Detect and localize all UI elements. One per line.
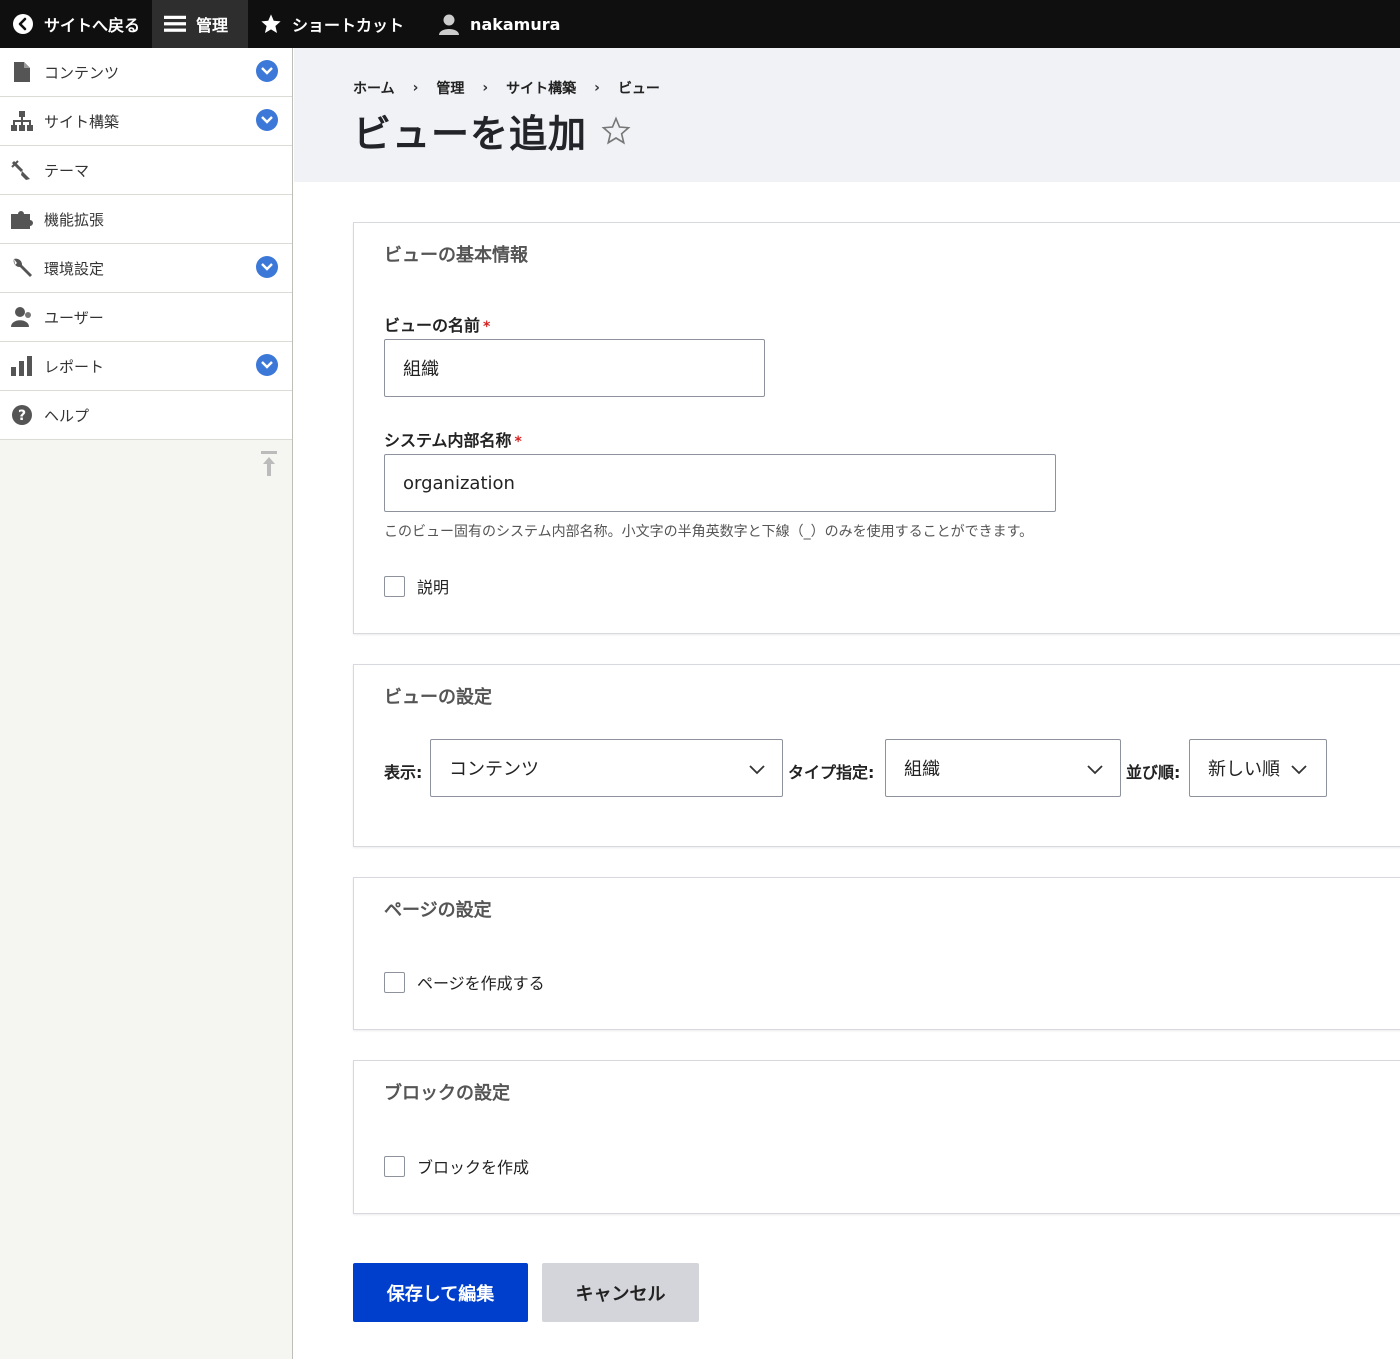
chevron-down-icon[interactable] [256, 354, 278, 376]
admin-sidebar: コンテンツ サイト構築 テーマ 機能拡張 環境設定 ユーザー レポート ? ヘル… [0, 48, 293, 1359]
sidebar-item-content[interactable]: コンテンツ [0, 48, 292, 97]
show-label: 表示: [384, 763, 423, 782]
sidebar-item-label: レポート [44, 357, 105, 376]
people-icon [10, 305, 34, 329]
create-block-checkbox-row[interactable]: ブロックを作成 [384, 1154, 529, 1178]
required-mark: * [483, 319, 491, 335]
card-title: ビューの設定 [384, 687, 492, 708]
page-header: ホーム › 管理 › サイト構築 › ビュー ビューを追加 [294, 48, 1400, 182]
breadcrumb-link-admin[interactable]: 管理 [436, 78, 464, 98]
shortcuts-tab[interactable]: ショートカット [248, 0, 416, 48]
card-title: ページの設定 [384, 900, 492, 921]
user-tab[interactable]: nakamura [416, 0, 572, 48]
sort-label: 並び順: [1126, 763, 1181, 782]
required-mark: * [514, 434, 522, 450]
create-page-checkbox[interactable] [384, 971, 405, 993]
manage-label: 管理 [196, 16, 229, 35]
sitemap-icon [10, 109, 34, 133]
breadcrumb-link-structure[interactable]: サイト構築 [506, 78, 576, 98]
cancel-button[interactable]: キャンセル [542, 1263, 699, 1322]
view-settings-card: ビューの設定 表示: コンテンツ タイプ指定: 組織 並び順: 新しい順 [353, 664, 1400, 847]
back-to-site-link[interactable]: サイトへ戻る [0, 0, 152, 48]
breadcrumb: ホーム › 管理 › サイト構築 › ビュー [353, 78, 660, 98]
star-outline-icon[interactable] [601, 115, 631, 146]
breadcrumb-separator: › [412, 80, 419, 96]
admin-toolbar: サイトへ戻る 管理 ショートカット nakamura [0, 0, 1400, 48]
chevron-down-icon [1086, 760, 1104, 778]
puzzle-icon [10, 207, 34, 231]
create-page-checkbox-label: ページを作成する [417, 974, 545, 993]
card-title: ブロックの設定 [384, 1083, 510, 1104]
machine-name-value: organization [403, 472, 515, 494]
view-basic-info-card: ビューの基本情報 ビューの名前 * 組織 システム内部名称 * organizati… [353, 222, 1400, 634]
type-select[interactable]: 組織 [885, 739, 1121, 797]
card-title: ビューの基本情報 [384, 245, 528, 266]
svg-text:?: ? [18, 408, 26, 424]
menu-icon [164, 13, 187, 35]
save-and-edit-button[interactable]: 保存して編集 [353, 1263, 528, 1322]
sidebar-item-reports[interactable]: レポート [0, 342, 292, 391]
view-name-input[interactable]: 組織 [384, 339, 765, 397]
machine-name-label: システム内部名称 * [384, 427, 522, 451]
user-label: nakamura [470, 14, 561, 34]
description-checkbox[interactable] [384, 575, 405, 597]
chevron-down-icon[interactable] [256, 256, 278, 278]
brush-icon [10, 158, 34, 182]
machine-name-help: このビュー固有のシステム内部名称。小文字の半角英数字と下線（_）のみを使用するこ… [384, 524, 1034, 540]
page-title-row: ビューを追加 [353, 103, 631, 158]
sidebar-item-extend[interactable]: 機能拡張 [0, 195, 292, 244]
create-block-checkbox-label: ブロックを作成 [417, 1158, 530, 1177]
breadcrumb-separator: › [594, 80, 600, 96]
type-label: タイプ指定: [788, 763, 875, 782]
show-select[interactable]: コンテンツ [430, 739, 783, 797]
sidebar-item-people[interactable]: ユーザー [0, 293, 292, 342]
breadcrumb-link-home[interactable]: ホーム [353, 78, 395, 98]
chevron-down-icon [1290, 760, 1308, 778]
machine-name-input[interactable]: organization [384, 454, 1056, 512]
user-icon [438, 13, 460, 35]
chevron-down-icon[interactable] [256, 109, 278, 131]
manage-tab[interactable]: 管理 [152, 0, 249, 48]
breadcrumb-link-views[interactable]: ビュー [618, 78, 660, 98]
sidebar-item-config[interactable]: 環境設定 [0, 244, 292, 293]
sidebar-item-help[interactable]: ? ヘルプ [0, 391, 292, 440]
view-name-label: ビューの名前 * [384, 312, 490, 336]
view-name-value: 組織 [403, 359, 439, 380]
sidebar-item-label: テーマ [44, 161, 90, 180]
description-checkbox-label: 説明 [417, 578, 450, 597]
wrench-icon [10, 256, 34, 280]
description-checkbox-row[interactable]: 説明 [384, 574, 449, 598]
show-select-value: コンテンツ [449, 759, 539, 780]
block-settings-card: ブロックの設定 ブロックを作成 [353, 1060, 1400, 1214]
machine-name-label-text: システム内部名称 [384, 431, 512, 450]
sidebar-item-label: ユーザー [44, 308, 104, 327]
page-title: ビューを追加 [353, 112, 588, 156]
create-block-checkbox[interactable] [384, 1155, 405, 1177]
back-to-site-label: サイトへ戻る [44, 16, 141, 35]
create-page-checkbox-row[interactable]: ページを作成する [384, 970, 545, 994]
chevron-down-icon[interactable] [256, 60, 278, 82]
sort-select-value: 新しい順 [1208, 759, 1280, 780]
file-icon [10, 60, 34, 84]
sort-select[interactable]: 新しい順 [1189, 739, 1327, 797]
bar-chart-icon [10, 354, 34, 378]
help-icon: ? [10, 403, 34, 427]
view-name-label-text: ビューの名前 [384, 316, 481, 335]
star-icon [260, 13, 282, 35]
breadcrumb-separator: › [482, 80, 489, 96]
sidebar-item-label: 環境設定 [44, 259, 105, 278]
shortcuts-label: ショートカット [292, 16, 405, 35]
back-arrow-icon [12, 13, 34, 35]
page-settings-card: ページの設定 ページを作成する [353, 877, 1400, 1030]
collapse-sidebar-icon[interactable] [259, 451, 279, 477]
sidebar-item-label: ヘルプ [44, 406, 90, 425]
sidebar-item-structure[interactable]: サイト構築 [0, 97, 292, 146]
chevron-down-icon [748, 760, 766, 778]
sidebar-item-label: 機能拡張 [44, 210, 105, 229]
sidebar-item-label: サイト構築 [44, 112, 120, 131]
type-select-value: 組織 [904, 759, 940, 780]
sidebar-item-label: コンテンツ [44, 63, 120, 82]
sidebar-item-appearance[interactable]: テーマ [0, 146, 292, 195]
